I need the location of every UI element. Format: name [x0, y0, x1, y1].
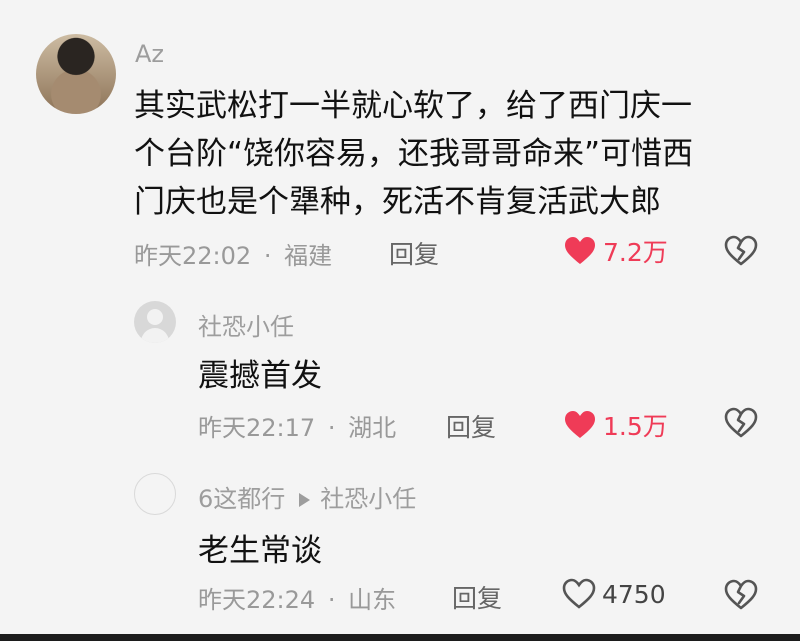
like-count: 4750: [602, 579, 666, 609]
comment-line: 个台阶“饶你容易，还我哥哥命来”可惜西: [134, 136, 694, 172]
comment-meta: 昨天22:24 · 山东: [198, 586, 397, 614]
comment-text: 其实武松打一半就心软了，给了西门庆一 个台阶“饶你容易，还我哥哥命来”可惜西 门…: [134, 82, 693, 226]
username[interactable]: Az: [135, 40, 164, 68]
heart-icon: [565, 237, 595, 264]
like-count: 1.5万: [603, 412, 668, 441]
timestamp: 昨天22:24: [198, 586, 316, 614]
reply-button[interactable]: 回复: [389, 235, 439, 271]
comment-line: 门庆也是个犟种，死活不肯复活武大郎: [134, 184, 661, 220]
reply-to-username[interactable]: 社恐小任: [320, 485, 416, 513]
username[interactable]: 6这都行: [198, 485, 285, 513]
comment-text: 震撼首发: [198, 358, 322, 394]
comment-line: 其实武松打一半就心软了，给了西门庆一: [134, 88, 692, 124]
comment-meta: 昨天22:17 · 湖北: [198, 414, 397, 442]
broken-heart-icon[interactable]: [724, 407, 758, 439]
heart-outline-icon: [562, 578, 596, 609]
timestamp: 昨天22:02: [134, 242, 252, 270]
timestamp: 昨天22:17: [198, 414, 316, 442]
reply-arrow-icon: [299, 493, 311, 507]
comment-text: 老生常谈: [198, 533, 322, 569]
avatar[interactable]: [134, 301, 176, 343]
reply-button[interactable]: 回复: [446, 408, 496, 444]
like-button[interactable]: 7.2万: [563, 233, 668, 269]
bottom-divider: [0, 634, 800, 641]
avatar[interactable]: [36, 34, 116, 114]
location: 山东: [348, 586, 397, 614]
username[interactable]: 社恐小任: [198, 307, 294, 342]
reply-button[interactable]: 回复: [452, 579, 502, 615]
like-button[interactable]: 1.5万: [563, 407, 668, 443]
heart-icon: [565, 411, 595, 438]
like-count: 7.2万: [603, 238, 668, 267]
comment-meta: 昨天22:02 · 福建: [134, 242, 333, 270]
broken-heart-icon[interactable]: [724, 579, 758, 611]
broken-heart-icon[interactable]: [724, 235, 758, 267]
location: 湖北: [348, 414, 397, 442]
location: 福建: [284, 242, 333, 270]
reply-header: 6这都行 社恐小任: [198, 479, 416, 514]
like-button[interactable]: 4750: [562, 578, 666, 610]
avatar[interactable]: [134, 473, 176, 515]
